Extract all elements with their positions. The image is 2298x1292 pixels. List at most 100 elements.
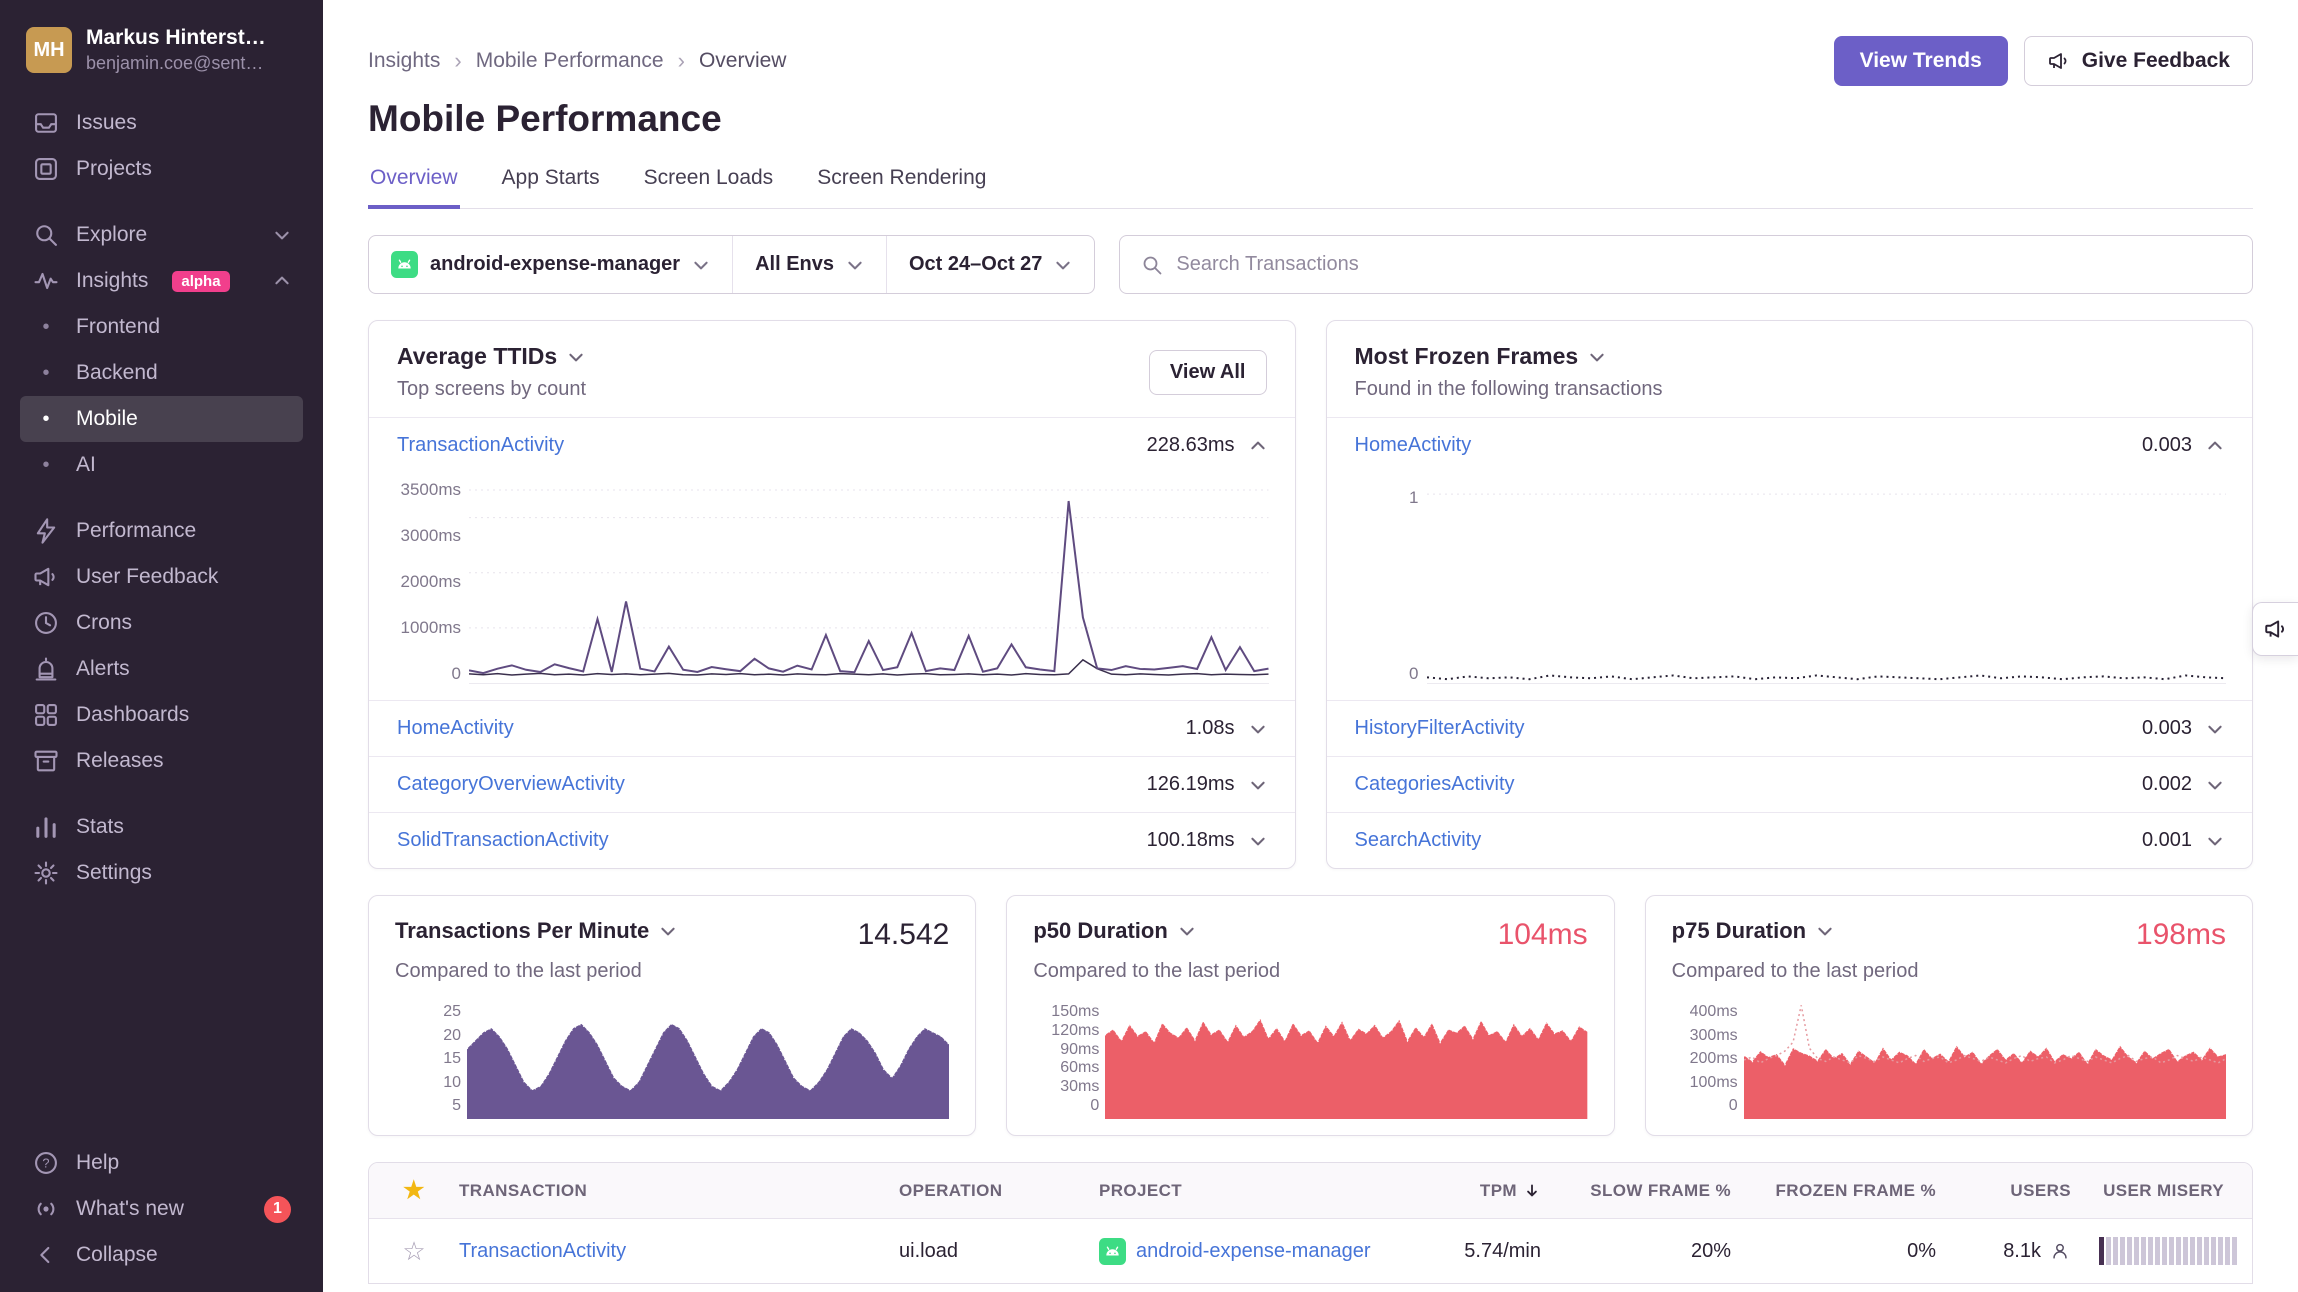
sidebar-item-crons[interactable]: Crons [20,600,303,646]
sidebar-item-stats[interactable]: Stats [20,804,303,850]
sidebar-item-label: Help [76,1151,119,1175]
help-icon: ? [32,1149,60,1177]
metric-subtitle: Compared to the last period [395,960,949,983]
collapse-icon [32,1241,60,1269]
panel-title: Most Frozen Frames [1355,343,1579,370]
breadcrumb-mobile-performance[interactable]: Mobile Performance [476,49,664,73]
view-all-button[interactable]: View All [1149,350,1267,395]
archive-icon [32,747,60,775]
bullet-icon: • [32,405,60,433]
sidebar-item-user-feedback[interactable]: User Feedback [20,554,303,600]
ttid-value: 126.19ms [1147,773,1235,796]
tpm-card-title[interactable]: Transactions Per Minute [395,918,677,944]
sidebar-item-label: AI [76,453,96,477]
tpm-value: 14.542 [858,918,950,952]
search-input[interactable] [1176,253,2232,276]
sidebar-item-collapse[interactable]: Collapse [20,1232,303,1278]
sidebar-item-label: Insights [76,269,148,293]
sidebar-item-ai[interactable]: • AI [20,442,303,488]
user-misery-bars [2099,1237,2253,1265]
sidebar-item-whats-new[interactable]: What's new 1 [20,1186,303,1232]
sidebar-item-help[interactable]: ? Help [20,1140,303,1186]
clock-icon [32,609,60,637]
transaction-link[interactable]: SolidTransactionActivity [397,829,609,852]
metric-title-label: Transactions Per Minute [395,918,649,944]
date-range-selector[interactable]: Oct 24–Oct 27 [887,236,1094,293]
panel-title: Average TTIDs [397,343,557,370]
chevron-down-icon [659,922,677,940]
give-feedback-button[interactable]: Give Feedback [2024,36,2253,86]
chevron-down-icon [2206,776,2224,794]
main-content: Insights › Mobile Performance › Overview… [323,0,2298,1292]
project-selector[interactable]: android-expense-manager [369,236,733,293]
ttid-row-transactionactivity[interactable]: TransactionActivity 228.63ms [369,417,1295,473]
ttid-chart[interactable] [469,479,1269,684]
sidebar-item-dashboards[interactable]: Dashboards [20,692,303,738]
sidebar-item-insights[interactable]: Insights alpha [20,258,303,304]
project-link[interactable]: android-expense-manager [1136,1240,1371,1263]
star-icon[interactable]: ★ [403,1176,425,1205]
ttid-row-solidtransactionactivity[interactable]: SolidTransactionActivity 100.18ms [369,812,1295,868]
transaction-link[interactable]: HomeActivity [397,717,514,740]
ttid-row-categoryoverviewactivity[interactable]: CategoryOverviewActivity 126.19ms [369,756,1295,812]
column-header-tpm[interactable]: TPM [1480,1181,1569,1201]
star-toggle[interactable]: ☆ [402,1236,425,1267]
tab-overview[interactable]: Overview [368,166,460,209]
frozen-row-categoriesactivity[interactable]: CategoriesActivity 0.002 [1327,756,2253,812]
column-header-users[interactable]: USERS [2010,1181,2099,1201]
metric-subtitle: Compared to the last period [1672,960,2226,983]
column-header-project[interactable]: PROJECT [1099,1181,1399,1201]
tab-screen-loads[interactable]: Screen Loads [642,166,776,209]
transaction-link[interactable]: HomeActivity [1355,434,1472,457]
sidebar-item-projects[interactable]: Projects [20,146,303,192]
sidebar-item-backend[interactable]: • Backend [20,350,303,396]
sidebar-item-label: Alerts [76,657,130,681]
transaction-link[interactable]: CategoriesActivity [1355,773,1515,796]
environment-selector[interactable]: All Envs [733,236,887,293]
frozen-frame-cell: 0% [1907,1240,1964,1263]
column-header-operation[interactable]: OPERATION [899,1181,1099,1201]
tab-screen-rendering[interactable]: Screen Rendering [815,166,988,209]
sidebar-item-releases[interactable]: Releases [20,738,303,784]
transaction-link[interactable]: SearchActivity [1355,829,1482,852]
average-ttids-panel: Average TTIDs Top screens by count View … [368,320,1296,869]
p50-card-title[interactable]: p50 Duration [1033,918,1195,944]
tab-app-starts[interactable]: App Starts [500,166,602,209]
sidebar-item-performance[interactable]: Performance [20,508,303,554]
sidebar-item-issues[interactable]: Issues [20,100,303,146]
transaction-link[interactable]: TransactionActivity [397,434,564,457]
p75-card-title[interactable]: p75 Duration [1672,918,1834,944]
chevron-down-icon [692,256,710,274]
transaction-link[interactable]: HistoryFilterActivity [1355,717,1525,740]
frozen-row-historyfilteractivity[interactable]: HistoryFilterActivity 0.003 [1327,700,2253,756]
operation-cell: ui.load [899,1240,1099,1263]
view-trends-button[interactable]: View Trends [1834,36,2008,86]
sidebar-item-explore[interactable]: Explore [20,212,303,258]
sidebar-item-label: Issues [76,111,137,135]
column-header-transaction[interactable]: TRANSACTION [459,1181,899,1201]
column-header-user-misery[interactable]: USER MISERY [2103,1181,2252,1201]
ttid-value: 100.18ms [1147,829,1235,852]
average-ttids-title[interactable]: Average TTIDs [397,343,586,370]
chevron-up-icon [273,272,291,290]
floating-feedback-button[interactable] [2252,602,2298,656]
transaction-link[interactable]: CategoryOverviewActivity [397,773,625,796]
transaction-link[interactable]: TransactionActivity [459,1240,626,1262]
column-header-slow-frame[interactable]: SLOW FRAME % [1590,1181,1759,1201]
frozen-row-homeactivity[interactable]: HomeActivity 0.003 [1327,417,2253,473]
chevron-down-icon [567,348,585,366]
frozen-frames-chart[interactable] [1427,479,2227,684]
column-header-frozen-frame[interactable]: FROZEN FRAME % [1776,1181,1964,1201]
ttid-row-homeactivity[interactable]: HomeActivity 1.08s [369,700,1295,756]
most-frozen-frames-title[interactable]: Most Frozen Frames [1355,343,1663,370]
chevron-down-icon [846,256,864,274]
frozen-row-searchactivity[interactable]: SearchActivity 0.001 [1327,812,2253,868]
ttid-value: 1.08s [1186,717,1235,740]
chevron-down-icon [1249,720,1267,738]
sidebar-item-mobile[interactable]: • Mobile [20,396,303,442]
sidebar-item-alerts[interactable]: Alerts [20,646,303,692]
user-menu[interactable]: MH Markus Hinterst… benjamin.coe@sent… [26,26,297,74]
sidebar-item-frontend[interactable]: • Frontend [20,304,303,350]
breadcrumb-insights[interactable]: Insights [368,49,440,73]
sidebar-item-settings[interactable]: Settings [20,850,303,896]
